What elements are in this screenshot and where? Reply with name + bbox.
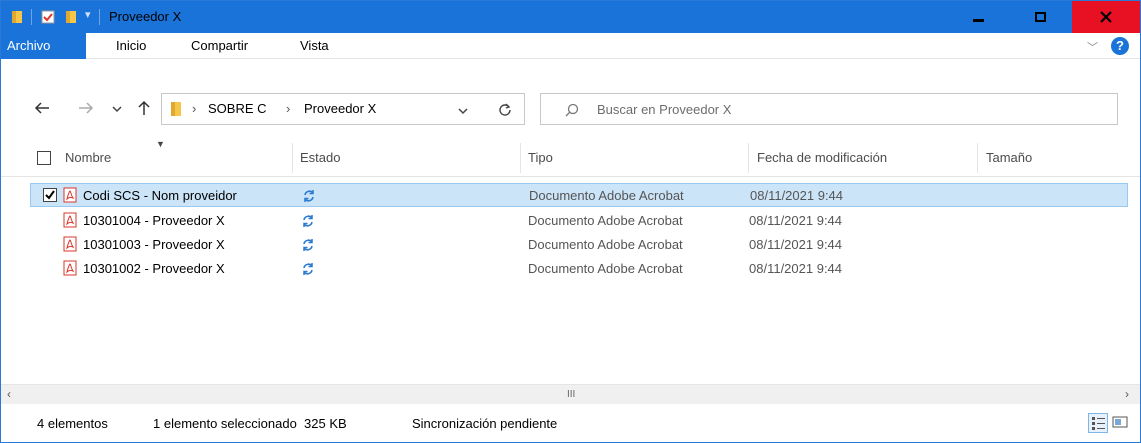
- back-arrow-icon[interactable]: [34, 101, 50, 115]
- scroll-right-arrow-icon[interactable]: ›: [1125, 387, 1129, 401]
- file-date: 08/11/2021 9:44: [749, 213, 843, 228]
- tab-inicio[interactable]: Inicio: [116, 33, 146, 59]
- column-estado[interactable]: Estado: [300, 150, 340, 165]
- file-row[interactable]: 10301004 - Proveedor X Documento Adobe A…: [30, 209, 1128, 233]
- sync-pending-icon: [303, 263, 313, 275]
- file-type: Documento Adobe Acrobat: [528, 261, 683, 276]
- ribbon-tabs: Archivo Inicio Compartir Vista ﹀ ?: [1, 33, 1140, 59]
- large-icons-view-button[interactable]: [1111, 413, 1131, 433]
- separator: [99, 9, 100, 25]
- close-icon: [1100, 11, 1112, 23]
- folder-icon: [171, 102, 181, 116]
- properties-icon[interactable]: [41, 10, 55, 24]
- recent-locations-chevron-icon[interactable]: [112, 105, 122, 113]
- pdf-file-icon: [63, 187, 77, 203]
- address-dropdown-chevron-icon[interactable]: [458, 107, 468, 115]
- breadcrumb-sobre-c[interactable]: SOBRE C: [208, 101, 267, 116]
- sync-pending-icon: [303, 215, 313, 227]
- refresh-icon[interactable]: [498, 102, 512, 116]
- customize-toolbar-icon[interactable]: ▾: [85, 8, 91, 21]
- up-arrow-icon[interactable]: [137, 100, 151, 116]
- file-list: Codi SCS - Nom proveidor Documento Adobe…: [1, 181, 1140, 381]
- column-divider[interactable]: [748, 143, 749, 173]
- tab-compartir[interactable]: Compartir: [191, 33, 248, 59]
- breadcrumb-separator: ›: [286, 101, 291, 116]
- search-box[interactable]: Buscar en Proveedor X: [540, 93, 1118, 125]
- address-bar[interactable]: › SOBRE C › Proveedor X: [161, 93, 525, 125]
- title-bar[interactable]: ▾ Proveedor X: [1, 1, 1140, 33]
- file-row[interactable]: 10301002 - Proveedor X Documento Adobe A…: [30, 257, 1128, 281]
- scrollbar-grip-icon[interactable]: III: [567, 389, 575, 400]
- explorer-window: ▾ Proveedor X Archivo Inicio Compartir V…: [0, 0, 1141, 443]
- file-type: Documento Adobe Acrobat: [528, 213, 683, 228]
- file-row[interactable]: 10301003 - Proveedor X Documento Adobe A…: [30, 233, 1128, 257]
- details-view-button[interactable]: [1088, 413, 1108, 433]
- file-row[interactable]: Codi SCS - Nom proveidor Documento Adobe…: [30, 183, 1128, 207]
- file-name: Codi SCS - Nom proveidor: [83, 188, 237, 203]
- sync-status: Sincronización pendiente: [412, 416, 558, 431]
- file-name: 10301004 - Proveedor X: [83, 213, 225, 228]
- navigation-bar: › SOBRE C › Proveedor X Buscar en Provee…: [1, 59, 1140, 139]
- scroll-left-arrow-icon[interactable]: ‹: [7, 387, 11, 401]
- sync-pending-icon: [304, 190, 314, 202]
- column-divider[interactable]: [292, 143, 293, 173]
- tab-vista[interactable]: Vista: [300, 33, 329, 59]
- maximize-icon: [1035, 12, 1046, 22]
- status-bar: 4 elementos 1 elemento seleccionado 325 …: [1, 404, 1140, 442]
- file-date: 08/11/2021 9:44: [749, 261, 843, 276]
- pdf-file-icon: [63, 260, 77, 276]
- new-folder-icon[interactable]: [65, 10, 77, 24]
- column-tamano[interactable]: Tamaño: [986, 150, 1032, 165]
- column-fecha-modificacion[interactable]: Fecha de modificación: [757, 150, 887, 165]
- pdf-file-icon: [63, 212, 77, 228]
- column-divider[interactable]: [977, 143, 978, 173]
- file-type: Documento Adobe Acrobat: [528, 237, 683, 252]
- window-title: Proveedor X: [109, 9, 182, 24]
- tab-archivo[interactable]: Archivo: [1, 33, 86, 59]
- horizontal-scrollbar[interactable]: ‹ III ›: [1, 384, 1140, 404]
- select-all-checkbox[interactable]: [37, 151, 51, 165]
- sync-pending-icon: [303, 239, 313, 251]
- close-button[interactable]: [1072, 1, 1140, 33]
- column-header-row: ▼ Nombre Estado Tipo Fecha de modificaci…: [1, 139, 1140, 177]
- file-date: 08/11/2021 9:44: [750, 188, 844, 203]
- minimize-icon: [973, 19, 984, 22]
- search-input[interactable]: Buscar en Proveedor X: [597, 102, 731, 117]
- details-view-icon: [1092, 417, 1105, 430]
- breadcrumb-separator: ›: [192, 101, 197, 116]
- pdf-file-icon: [63, 236, 77, 252]
- file-type: Documento Adobe Acrobat: [529, 188, 684, 203]
- minimize-button[interactable]: [948, 1, 1010, 33]
- expand-ribbon-icon[interactable]: ﹀: [1087, 39, 1098, 55]
- column-nombre[interactable]: Nombre: [65, 150, 111, 165]
- checkmark-icon: [45, 190, 55, 200]
- large-icons-view-icon: [1112, 416, 1128, 428]
- forward-arrow-icon[interactable]: [78, 101, 94, 115]
- item-count: 4 elementos: [37, 416, 108, 431]
- separator: [31, 9, 32, 25]
- folder-icon: [12, 11, 22, 23]
- search-icon: [565, 103, 579, 117]
- column-tipo[interactable]: Tipo: [528, 150, 553, 165]
- sort-indicator-icon: ▼: [156, 139, 165, 149]
- selection-info: 1 elemento seleccionado 325 KB: [153, 416, 347, 431]
- file-name: 10301002 - Proveedor X: [83, 261, 225, 276]
- breadcrumb-proveedor-x[interactable]: Proveedor X: [304, 101, 376, 116]
- maximize-button[interactable]: [1010, 1, 1072, 33]
- help-icon[interactable]: ?: [1111, 37, 1129, 55]
- row-checkbox[interactable]: [43, 188, 57, 202]
- file-name: 10301003 - Proveedor X: [83, 237, 225, 252]
- column-divider[interactable]: [520, 143, 521, 173]
- file-date: 08/11/2021 9:44: [749, 237, 843, 252]
